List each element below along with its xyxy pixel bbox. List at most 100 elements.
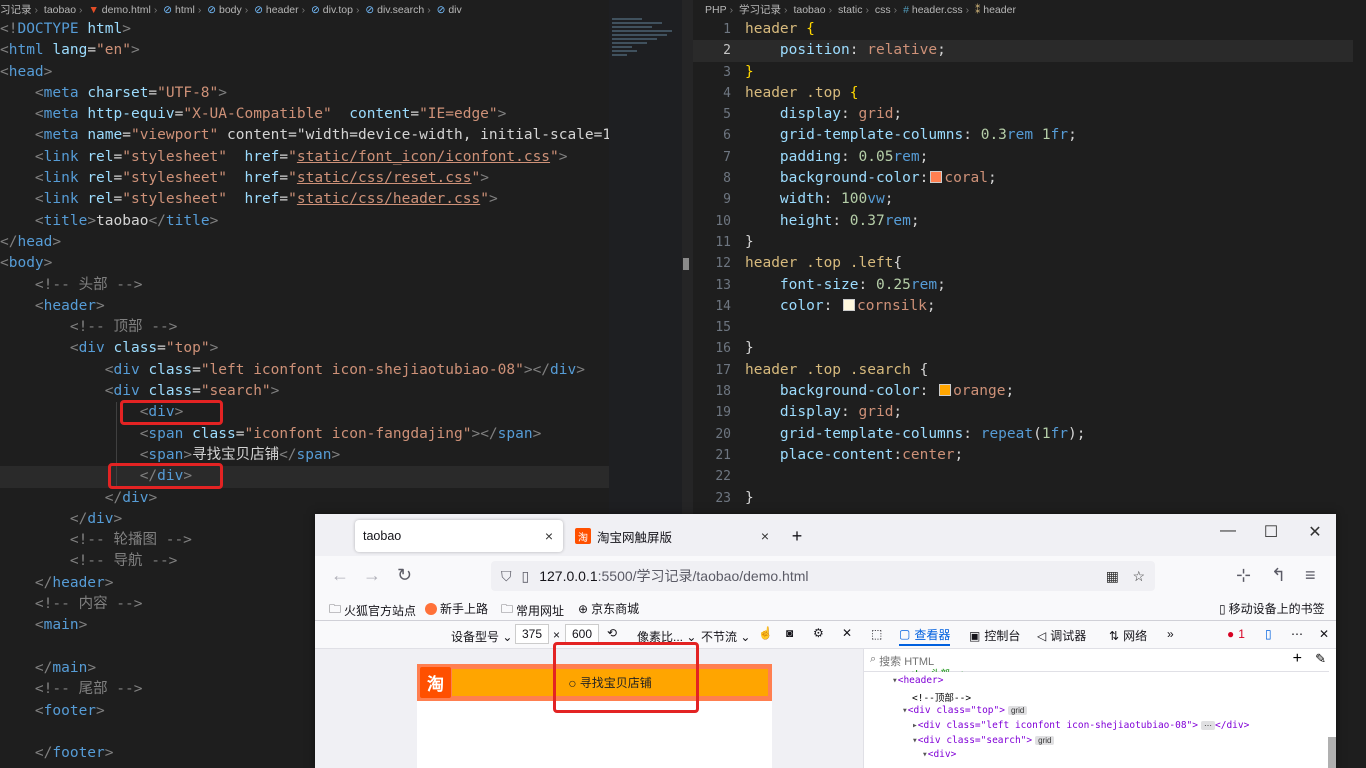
code-line[interactable]: <!-- 顶部 --> (0, 317, 609, 338)
code-line[interactable]: <meta name="viewport" content="width=dev… (0, 125, 609, 146)
color-swatch[interactable] (843, 298, 856, 311)
responsive-mode-icon[interactable]: ▯ (1265, 627, 1272, 641)
shield-icon[interactable]: ⛉ (501, 568, 512, 585)
pick-element-icon[interactable]: ⬚ (871, 627, 882, 641)
viewport-height-input[interactable]: 600 (565, 624, 599, 644)
throttle-select[interactable]: 不节流 ⌄ (701, 628, 750, 645)
new-tab-button[interactable]: + (785, 520, 809, 552)
tree-node-comment[interactable]: <!--头部--> (908, 666, 967, 672)
breadcrumb-item[interactable]: header.css (912, 0, 963, 20)
error-badge[interactable]: ● 1 (1227, 627, 1245, 641)
code-line[interactable]: <link rel="stylesheet" href="static/css/… (0, 168, 609, 189)
code-line[interactable]: <title>taobao</title> (0, 211, 609, 232)
code-line[interactable]: <!DOCTYPE html> (0, 19, 609, 40)
code-line[interactable]: <span>寻找宝贝店铺</span> (0, 445, 609, 466)
breadcrumb-item[interactable]: div.top (323, 0, 353, 20)
maximize-button[interactable]: ☐ (1251, 522, 1291, 542)
menu-icon[interactable]: ≡ (1305, 565, 1316, 586)
breadcrumb-item[interactable]: taobao (44, 0, 76, 20)
code-line[interactable]: </div> (0, 466, 609, 488)
code-line[interactable]: <link rel="stylesheet" href="static/font… (0, 147, 609, 168)
bookmark-star-icon[interactable]: ☆ (1132, 568, 1145, 585)
close-rdm-icon[interactable]: ✕ (842, 626, 852, 640)
code-line[interactable]: <html lang="en"> (0, 40, 609, 61)
close-tab-icon[interactable]: × (545, 528, 553, 544)
settings-icon[interactable]: ⚙ (813, 626, 824, 640)
grid-badge[interactable]: grid (1007, 706, 1028, 715)
code-line[interactable]: </head> (0, 232, 609, 253)
add-node-icon[interactable]: + (1293, 650, 1302, 668)
close-devtools-icon[interactable]: ✕ (1319, 627, 1329, 641)
breadcrumb-item[interactable]: demo.html (102, 0, 151, 20)
code-line[interactable]: <header> (0, 296, 609, 317)
minimize-button[interactable]: — (1208, 522, 1248, 540)
code-line[interactable]: <span class="iconfont icon-fangdajing"><… (0, 424, 609, 445)
tree-node-div[interactable]: ▾<div> (922, 749, 956, 757)
tree-node-div-top[interactable]: ▾<div class="top"> grid (902, 705, 1028, 716)
breadcrumb-item[interactable]: 习记录 (0, 0, 32, 20)
tree-node-comment[interactable]: <!--顶部--> (912, 690, 971, 704)
code-line[interactable]: <div class="search"> (0, 381, 609, 402)
code-line[interactable]: <div class="left iconfont icon-shejiaotu… (0, 360, 609, 381)
taobao-logo[interactable]: 淘 (420, 667, 451, 698)
qr-code-icon[interactable]: ▦ (1106, 568, 1119, 585)
tree-node-div-search[interactable]: ▾<div class="search"> grid (912, 735, 1055, 746)
code-line[interactable]: </div> (0, 488, 609, 509)
breadcrumb-item[interactable]: PHP (705, 0, 727, 20)
code-line[interactable]: <meta http-equiv="X-UA-Compatible" conte… (0, 104, 609, 125)
breadcrumb-item[interactable]: 学习记录 (739, 0, 781, 20)
breadcrumb-item[interactable]: html (175, 0, 195, 20)
bookmark-folder[interactable]: 🗀 常用网址 (501, 600, 564, 621)
color-swatch[interactable] (930, 171, 943, 184)
rotate-icon[interactable]: ⟲ (607, 626, 617, 640)
more-tabs-icon[interactable]: » (1167, 627, 1174, 641)
code-line[interactable]: <!-- 头部 --> (0, 275, 609, 296)
breadcrumb-item[interactable]: div (448, 0, 461, 20)
breadcrumb-item[interactable]: header (983, 0, 1016, 20)
breadcrumb-item[interactable]: taobao (793, 0, 825, 20)
tab-debugger[interactable]: ◁ 调试器 (1037, 627, 1086, 644)
tab-taobao-mobile[interactable]: 淘 淘宝网触屏版 × (567, 520, 779, 552)
extensions-icon[interactable]: ⊹ (1236, 565, 1251, 586)
breadcrumb-item[interactable]: header (266, 0, 299, 20)
code-line[interactable]: <div class="top"> (0, 338, 609, 359)
back-icon[interactable]: ← (331, 565, 349, 586)
reload-icon[interactable]: ↻ (397, 565, 412, 586)
tab-network[interactable]: ⇅ 网络 (1109, 627, 1147, 644)
collapsed-badge[interactable]: ⋯ (1201, 721, 1215, 730)
firefox-window[interactable]: taobao × 淘 淘宝网触屏版 × + — ☐ ✕ ← → ↻ ⛉ ▯ 12… (315, 514, 1336, 768)
tab-console[interactable]: ▣ 控制台 (969, 627, 1020, 644)
tab-taobao[interactable]: taobao × (355, 520, 563, 552)
code-line[interactable]: <div> (0, 402, 609, 423)
right-code-lines[interactable]: 1 header { 2 position: relative; 3} 4 head… (693, 19, 1353, 509)
code-line[interactable]: <meta charset="UTF-8"> (0, 83, 609, 104)
breadcrumb-item[interactable]: css (875, 0, 891, 20)
mobile-bookmarks[interactable]: ▯ 移动设备上的书签 (1219, 600, 1325, 617)
touch-icon[interactable]: ☝ (758, 626, 773, 640)
tab-inspector[interactable]: ▢ 查看器 (899, 624, 951, 646)
code-line[interactable]: <head> (0, 62, 609, 83)
tree-node-header[interactable]: ▾<header> (892, 675, 944, 686)
breadcrumb-item[interactable]: div.search (377, 0, 424, 20)
screenshot-icon[interactable]: ◙ (786, 626, 793, 640)
code-line[interactable]: <link rel="stylesheet" href="static/css/… (0, 189, 609, 210)
scrollbar-thumb[interactable] (683, 258, 689, 270)
minimap[interactable] (612, 16, 682, 96)
color-swatch[interactable] (939, 384, 952, 397)
bookmark-item[interactable]: 新手上路 (425, 600, 488, 617)
eyedropper-icon[interactable]: ✎ (1315, 651, 1326, 667)
breadcrumb-item[interactable]: body (219, 0, 242, 20)
page-icon[interactable]: ▯ (522, 568, 530, 585)
url-bar[interactable]: ⛉ ▯ 127.0.0.1:5500/学习记录/taobao/demo.html… (491, 561, 1155, 591)
tree-node-div-left[interactable]: ▸<div class="left iconfont icon-shejiaot… (912, 720, 1249, 731)
inspector-scrollbar[interactable] (1328, 737, 1336, 768)
device-select[interactable]: 设备型号 ⌄ (451, 628, 512, 645)
grid-badge[interactable]: grid (1035, 736, 1055, 745)
close-tab-icon[interactable]: × (761, 528, 769, 544)
bookmark-item[interactable]: ⊕ 京东商城 (578, 600, 639, 617)
code-line[interactable]: <body> (0, 253, 609, 274)
more-options-icon[interactable]: ⋯ (1291, 627, 1303, 641)
undo-icon[interactable]: ↰ (1271, 565, 1286, 586)
breadcrumb-item[interactable]: static (838, 0, 863, 20)
bookmark-folder[interactable]: 🗀 火狐官方站点 (329, 600, 416, 621)
